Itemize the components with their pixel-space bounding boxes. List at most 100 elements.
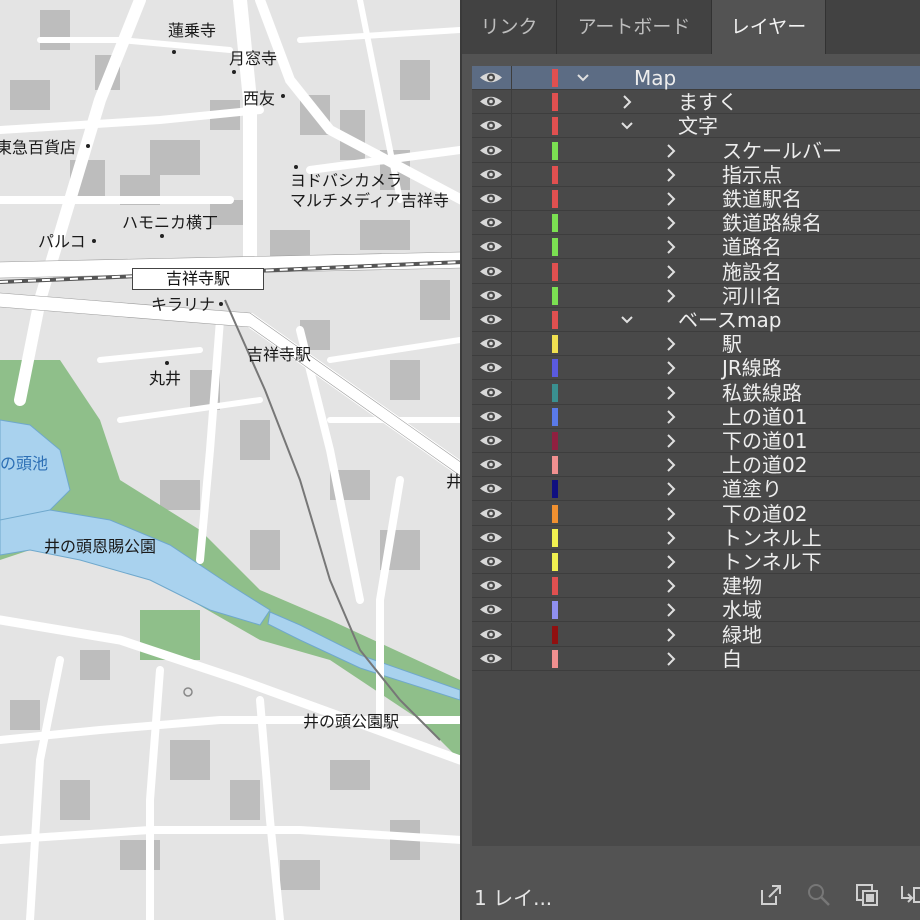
eye-icon[interactable] bbox=[478, 214, 504, 231]
eye-icon[interactable] bbox=[478, 650, 504, 667]
eye-icon[interactable] bbox=[478, 601, 504, 618]
layer-name[interactable]: 白 bbox=[722, 647, 742, 671]
layer-name[interactable]: 上の道02 bbox=[722, 453, 807, 477]
eye-icon[interactable] bbox=[478, 408, 504, 425]
eye-icon[interactable] bbox=[478, 190, 504, 207]
eye-icon[interactable] bbox=[478, 529, 504, 546]
layer-name[interactable]: トンネル下 bbox=[722, 550, 822, 574]
chevron-right-icon[interactable] bbox=[664, 408, 678, 426]
layer-name[interactable]: 建物 bbox=[722, 574, 762, 598]
layer-name[interactable]: 下の道02 bbox=[722, 502, 807, 526]
layer-name[interactable]: スケールバー bbox=[722, 139, 842, 163]
chevron-right-icon[interactable] bbox=[664, 432, 678, 450]
layer-name[interactable]: Map bbox=[634, 66, 676, 90]
tab-layers[interactable]: レイヤー bbox=[712, 0, 825, 54]
chevron-right-icon[interactable] bbox=[664, 650, 678, 668]
search-icon[interactable] bbox=[806, 882, 832, 908]
layer-name[interactable]: 駅 bbox=[722, 332, 742, 356]
layer-row[interactable]: JR線路 bbox=[472, 356, 920, 381]
chevron-right-icon[interactable] bbox=[620, 93, 634, 111]
layer-name[interactable]: ますく bbox=[678, 90, 738, 114]
chevron-right-icon[interactable] bbox=[664, 480, 678, 498]
layer-row[interactable]: ベースmap bbox=[472, 308, 920, 332]
layer-row[interactable]: トンネル下 bbox=[472, 550, 920, 574]
chevron-right-icon[interactable] bbox=[664, 456, 678, 474]
eye-icon[interactable] bbox=[478, 577, 504, 594]
layer-row[interactable]: 白 bbox=[472, 646, 920, 671]
eye-icon[interactable] bbox=[478, 166, 504, 183]
chevron-down-icon[interactable] bbox=[576, 69, 590, 87]
eye-icon[interactable] bbox=[478, 432, 504, 449]
layer-row[interactable]: 上の道02 bbox=[472, 453, 920, 478]
layer-name[interactable]: 上の道01 bbox=[722, 405, 807, 429]
layer-row[interactable]: 水域 bbox=[472, 598, 920, 623]
chevron-right-icon[interactable] bbox=[664, 384, 678, 402]
eye-icon[interactable] bbox=[478, 287, 504, 304]
layer-name[interactable]: ベースmap bbox=[678, 308, 781, 332]
chevron-right-icon[interactable] bbox=[664, 626, 678, 644]
layer-name[interactable]: JR線路 bbox=[722, 356, 782, 380]
layer-row[interactable]: トンネル上 bbox=[472, 525, 920, 550]
layer-row[interactable]: 文字 bbox=[472, 114, 920, 139]
layer-row[interactable]: 鉄道路線名 bbox=[472, 211, 920, 236]
layer-row[interactable]: 河川名 bbox=[472, 283, 920, 308]
chevron-right-icon[interactable] bbox=[664, 287, 678, 305]
layer-row[interactable]: 道塗り bbox=[472, 477, 920, 502]
layer-row[interactable]: 鉄道駅名 bbox=[472, 187, 920, 211]
chevron-right-icon[interactable] bbox=[664, 359, 678, 377]
layer-name[interactable]: 道路名 bbox=[722, 235, 782, 259]
chevron-right-icon[interactable] bbox=[664, 505, 678, 523]
eye-icon[interactable] bbox=[478, 69, 504, 86]
layer-name[interactable]: 文字 bbox=[678, 114, 718, 138]
eye-icon[interactable] bbox=[478, 480, 504, 497]
layer-name[interactable]: 下の道01 bbox=[722, 429, 807, 453]
layer-name[interactable]: 緑地 bbox=[722, 623, 762, 647]
layer-row[interactable]: 指示点 bbox=[472, 162, 920, 187]
chevron-right-icon[interactable] bbox=[664, 529, 678, 547]
eye-icon[interactable] bbox=[478, 359, 504, 376]
eye-icon[interactable] bbox=[478, 142, 504, 159]
eye-icon[interactable] bbox=[478, 384, 504, 401]
layer-row[interactable]: 上の道01 bbox=[472, 404, 920, 429]
chevron-right-icon[interactable] bbox=[664, 142, 678, 160]
eye-icon[interactable] bbox=[478, 505, 504, 522]
eye-icon[interactable] bbox=[478, 456, 504, 473]
layer-name[interactable]: 施設名 bbox=[722, 260, 782, 284]
tab-links[interactable]: リンク bbox=[462, 0, 556, 54]
layer-name[interactable]: 道塗り bbox=[722, 477, 782, 501]
layer-row[interactable]: スケールバー bbox=[472, 138, 920, 163]
chevron-right-icon[interactable] bbox=[664, 263, 678, 281]
layer-row[interactable]: Map bbox=[472, 66, 920, 90]
layer-name[interactable]: 河川名 bbox=[722, 284, 782, 308]
export-icon[interactable] bbox=[758, 882, 784, 908]
layer-name[interactable]: 鉄道路線名 bbox=[722, 211, 822, 235]
chevron-right-icon[interactable] bbox=[664, 601, 678, 619]
layer-name[interactable]: 鉄道駅名 bbox=[722, 187, 802, 211]
layer-row[interactable]: ますく bbox=[472, 90, 920, 115]
eye-icon[interactable] bbox=[478, 238, 504, 255]
layer-row[interactable]: 緑地 bbox=[472, 622, 920, 647]
layer-name[interactable]: 私鉄線路 bbox=[722, 381, 802, 405]
chevron-right-icon[interactable] bbox=[664, 577, 678, 595]
map-canvas[interactable]: 蓮乗寺 月窓寺 西友 東急百貨店 ヨドバシカメラ マルチメディア吉祥寺 ハモニカ… bbox=[0, 0, 462, 920]
layer-name[interactable]: トンネル上 bbox=[722, 526, 822, 550]
layer-row[interactable]: 駅 bbox=[472, 332, 920, 357]
chevron-right-icon[interactable] bbox=[664, 190, 678, 208]
eye-icon[interactable] bbox=[478, 553, 504, 570]
layer-row[interactable]: 下の道02 bbox=[472, 501, 920, 526]
tab-artboards[interactable]: アートボード bbox=[557, 0, 711, 54]
eye-icon[interactable] bbox=[478, 263, 504, 280]
chevron-right-icon[interactable] bbox=[664, 335, 678, 353]
chevron-down-icon[interactable] bbox=[620, 311, 634, 329]
layer-row[interactable]: 下の道01 bbox=[472, 429, 920, 453]
eye-icon[interactable] bbox=[478, 335, 504, 352]
move-to-layer-icon[interactable] bbox=[898, 882, 920, 908]
eye-icon[interactable] bbox=[478, 311, 504, 328]
chevron-down-icon[interactable] bbox=[620, 117, 634, 135]
layer-row[interactable]: 施設名 bbox=[472, 259, 920, 284]
new-sublayer-icon[interactable] bbox=[854, 882, 880, 908]
layer-row[interactable]: 私鉄線路 bbox=[472, 380, 920, 405]
chevron-right-icon[interactable] bbox=[664, 553, 678, 571]
layer-row[interactable]: 建物 bbox=[472, 574, 920, 599]
chevron-right-icon[interactable] bbox=[664, 166, 678, 184]
